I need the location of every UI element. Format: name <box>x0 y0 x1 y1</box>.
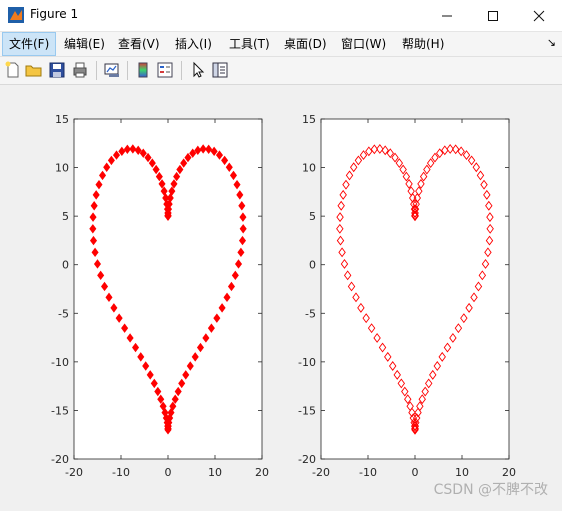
x-tick-label: 10 <box>455 466 469 479</box>
matlab-figure-icon <box>8 7 24 23</box>
legend-icon[interactable] <box>156 61 174 79</box>
x-tick-label: -10 <box>112 466 130 479</box>
x-tick-label: 0 <box>412 466 419 479</box>
pointer-icon[interactable] <box>189 61 207 79</box>
menu-help[interactable]: 帮助(H) <box>396 32 450 56</box>
menu-tools[interactable]: 工具(T) <box>223 32 276 56</box>
y-tick-label: -10 <box>298 356 316 369</box>
save-icon[interactable] <box>48 61 66 79</box>
menu-desktop[interactable]: 桌面(D) <box>278 32 333 56</box>
y-tick-label: -15 <box>51 404 69 417</box>
x-tick-label: 20 <box>502 466 516 479</box>
maximize-icon <box>488 10 498 21</box>
print-icon[interactable] <box>71 61 89 79</box>
y-tick-label: 10 <box>302 162 316 175</box>
x-tick-label: 20 <box>255 466 269 479</box>
y-tick-label: -5 <box>58 307 69 320</box>
title-bar: Figure 1 <box>0 0 562 32</box>
minimize-icon <box>442 15 452 16</box>
x-tick-label: -10 <box>359 466 377 479</box>
toolbar-separator <box>181 61 182 80</box>
toolbar <box>0 57 562 85</box>
menu-file[interactable]: 文件(F) <box>2 32 57 56</box>
close-button[interactable] <box>516 0 562 31</box>
maximize-button[interactable] <box>470 0 516 31</box>
y-tick-label: -5 <box>305 307 316 320</box>
menu-view[interactable]: 查看(V) <box>112 32 166 56</box>
axes-2[interactable]: -20 -10 0 10 20 15 10 5 0 -5 -10 -15 -20 <box>298 113 516 479</box>
menu-edit[interactable]: 编辑(E) <box>58 32 111 56</box>
y-tick-label: -10 <box>51 356 69 369</box>
watermark-text: CSDN @不脾不改 <box>433 482 548 498</box>
menu-insert[interactable]: 插入(I) <box>169 32 218 56</box>
y-tick-label: 0 <box>309 259 316 272</box>
y-tick-label: 0 <box>62 259 69 272</box>
y-tick-label: -20 <box>298 453 316 466</box>
axes-1[interactable]: -20 -10 0 10 20 15 10 5 0 -5 -10 -15 -20 <box>51 113 269 479</box>
y-tick-label: 15 <box>302 113 316 126</box>
property-inspector-icon[interactable] <box>211 61 229 79</box>
close-icon <box>533 10 545 21</box>
y-tick-label: 15 <box>55 113 69 126</box>
x-tick-label: -20 <box>312 466 330 479</box>
menu-window[interactable]: 窗口(W) <box>335 32 392 56</box>
plot-area <box>74 119 262 459</box>
window-title: Figure 1 <box>30 7 79 21</box>
toolbar-separator <box>96 61 97 80</box>
y-tick-label: 10 <box>55 162 69 175</box>
figure-svg: -20 -10 0 10 20151050-5-10-15-20-20 -10 0 10 201… <box>51 113 516 479</box>
menu-bar: 文件(F) 编辑(E) 查看(V) 插入(I) 工具(T) 桌面(D) 窗口(W… <box>0 32 562 57</box>
figure-canvas[interactable]: -20 -10 0 10 20 15 10 5 0 -5 -10 -15 -20 -20 -10 0 10 20 1… <box>0 85 562 507</box>
y-tick-label: -20 <box>51 453 69 466</box>
menu-overflow-arrow[interactable]: ↘ <box>547 36 556 49</box>
x-tick-label: 10 <box>208 466 222 479</box>
y-tick-label: -15 <box>298 404 316 417</box>
y-tick-label: 5 <box>62 210 69 223</box>
link-plot-icon[interactable] <box>103 61 121 79</box>
x-tick-label: 0 <box>165 466 172 479</box>
open-icon[interactable] <box>25 61 43 79</box>
new-figure-icon[interactable] <box>4 61 22 79</box>
colorbar-icon[interactable] <box>134 61 152 79</box>
plot-area <box>321 119 509 459</box>
y-tick-label: 5 <box>309 210 316 223</box>
toolbar-separator <box>127 61 128 80</box>
x-tick-label: -20 <box>65 466 83 479</box>
minimize-button[interactable] <box>424 0 470 31</box>
